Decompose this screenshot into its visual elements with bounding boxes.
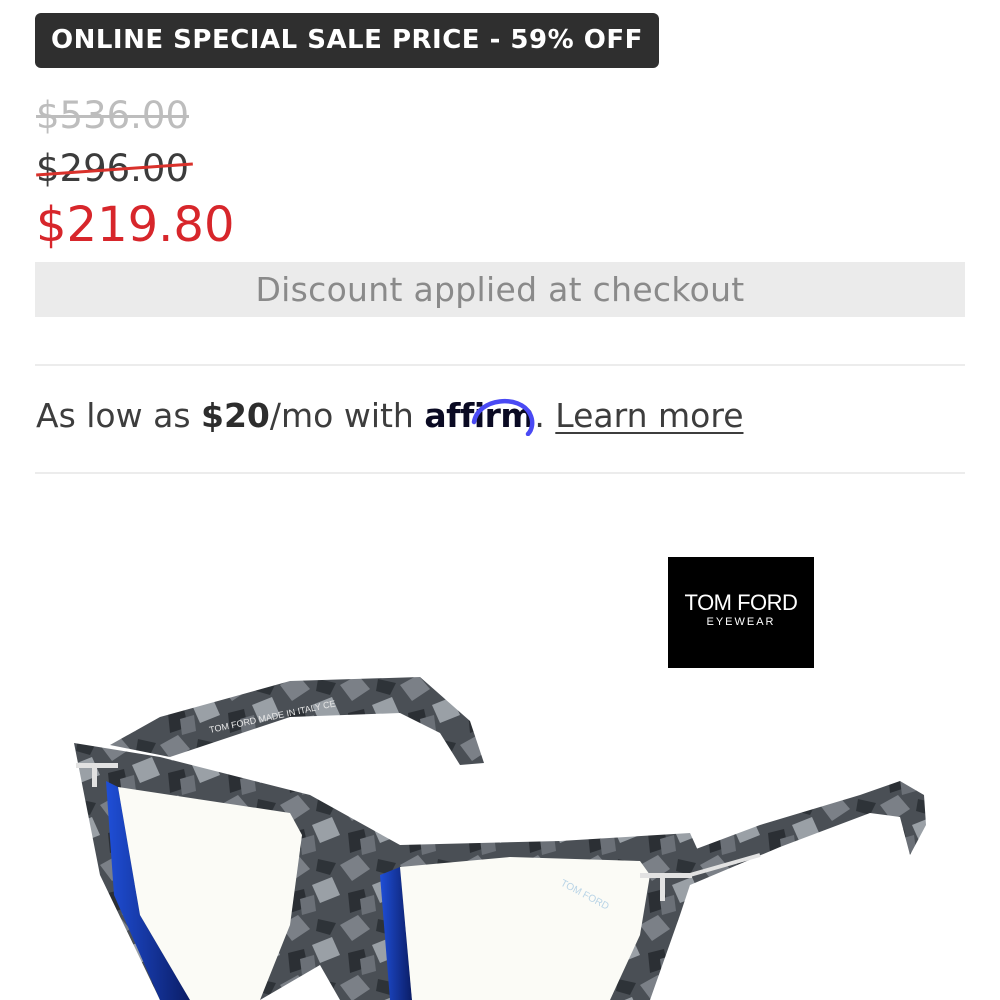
sale-price: $219.80 (36, 197, 235, 253)
product-image: TOM FORD MADE IN ITALY CE TOM FORD (40, 495, 965, 1000)
eyeglasses-image: TOM FORD MADE IN ITALY CE TOM FORD (74, 677, 926, 1000)
affirm-logo: affirm (424, 390, 535, 442)
learn-more-link[interactable]: Learn more (555, 396, 743, 435)
msrp-price: $536.00 (36, 94, 190, 137)
financing-suffix: /mo with (269, 396, 425, 435)
product-page: ONLINE SPECIAL SALE PRICE - 59% OFF $536… (0, 0, 1000, 1000)
discount-note: Discount applied at checkout (35, 262, 965, 317)
brand-logo-line2: EYEWEAR (706, 616, 776, 628)
financing-after: . (534, 396, 556, 435)
financing-amount: $20 (201, 396, 270, 435)
list-price: $296.00 (36, 146, 193, 191)
financing-prefix: As low as (36, 396, 201, 435)
divider-top (35, 364, 965, 366)
financing-line: As low as $20/mo with affirm. Learn more (36, 390, 744, 442)
brand-logo-line1: TOM FORD (684, 590, 798, 615)
brand-logo: TOM FORD EYEWEAR (668, 557, 814, 668)
affirm-logo-text: affirm (424, 396, 535, 435)
sale-badge: ONLINE SPECIAL SALE PRICE - 59% OFF (35, 13, 659, 68)
divider-bottom (35, 472, 965, 474)
